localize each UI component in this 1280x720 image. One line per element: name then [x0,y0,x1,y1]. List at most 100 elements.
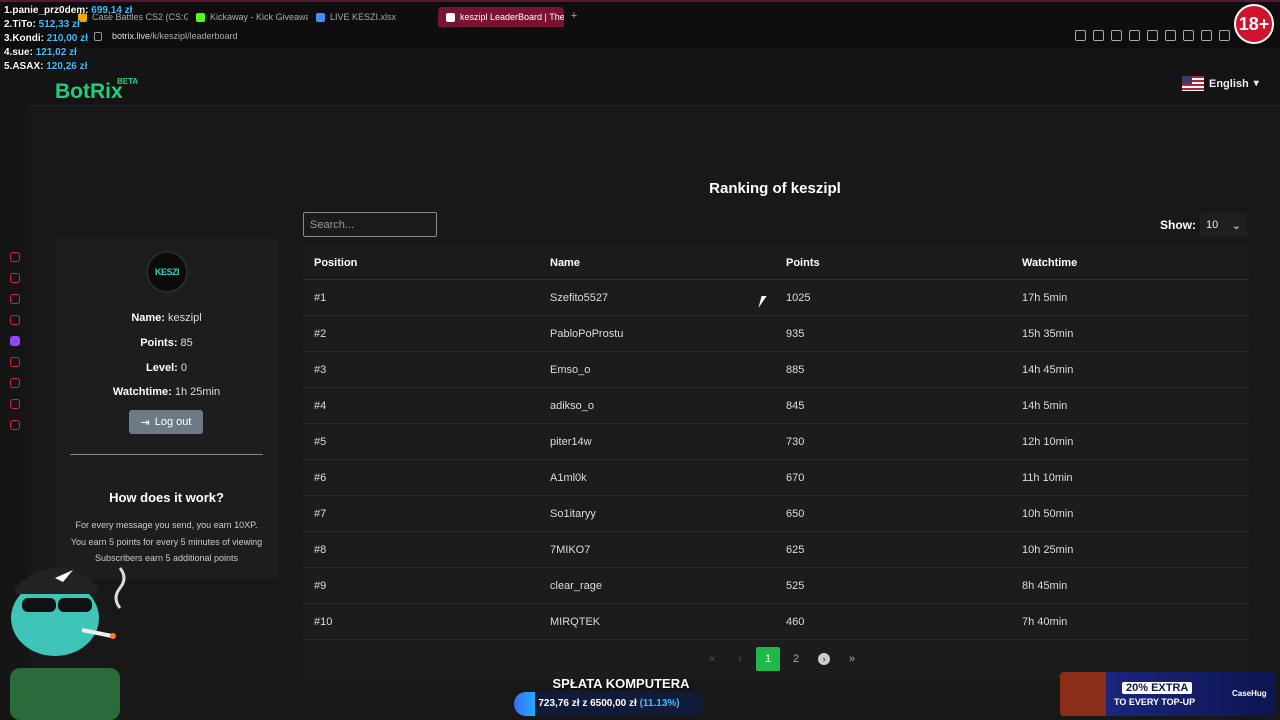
twitch-icon[interactable] [10,336,20,346]
avatar: KESZI [146,251,188,293]
table-row: #10 MIRQTEK 460 7h 40min [303,604,1249,640]
table-row: #2 PabloPoProstu 935 15h 35min [303,316,1249,352]
age-rating-badge: 18+ [1234,4,1274,44]
donation-goal-title: SPŁATA KOMPUTERA [552,676,690,691]
cloud-favicon-icon [316,12,325,22]
cell-watchtime: 10h 50min [1022,508,1074,520]
tab-live-keszi-xlsx[interactable]: LIVE KESZI.xlsx [308,7,428,27]
donor-row: 5.ASAX: 120,26 zł [4,61,88,72]
chevron-down-icon: ⌄ [1231,219,1241,232]
cell-points: 935 [786,328,805,340]
column-header-name[interactable]: Name [550,257,580,269]
browser-tab-bar: Case Battles CS2 (CS:GO) Kickaway - Kick… [0,0,1280,28]
botrix-favicon-icon [446,12,455,22]
cell-name: A1ml0k [550,472,587,484]
first-page-button[interactable]: « [700,647,724,671]
cell-points: 1025 [786,292,811,304]
next-page-button[interactable]: › [812,647,836,671]
show-label: Show: [1160,218,1196,232]
promo-subline: TO EVERY TOP-UP [1114,697,1196,707]
pagination: « ‹ 1 2 › » [700,647,864,671]
cell-points: 650 [786,508,805,520]
donor-row: 3.Kondi: 210,00 zł [4,33,88,44]
tab-keszipl-leaderboard[interactable]: keszipl LeaderBoard | The [438,7,564,27]
download-icon[interactable] [1219,30,1230,41]
beta-badge: BETA [117,77,139,86]
cell-points: 625 [786,544,805,556]
chat-icon[interactable] [10,294,20,304]
cell-position: #5 [314,436,327,448]
address-bar[interactable]: botrix.live/k/keszipl/leaderboard [0,28,1280,48]
play-icon[interactable] [1147,30,1158,41]
puzzle-icon[interactable] [10,399,20,409]
cell-watchtime: 14h 45min [1022,364,1074,376]
table-row: #9 clear_rage 525 8h 45min [303,568,1249,604]
cell-watchtime: 15h 35min [1022,328,1074,340]
table-row: #8 7MIKO7 625 10h 25min [303,532,1249,568]
prev-page-button[interactable]: ‹ [728,647,752,671]
profile-icon[interactable] [1201,30,1212,41]
table-row: #5 piter14w 730 12h 10min [303,424,1249,460]
cell-name: 7MIKO7 [550,544,591,556]
settings-icon[interactable] [10,420,20,430]
new-tab-button[interactable]: + [568,11,580,23]
page-1-button[interactable]: 1 [756,647,780,671]
record-icon[interactable] [10,357,20,367]
cell-points: 845 [786,400,805,412]
cell-watchtime: 8h 45min [1022,580,1068,592]
column-header-watchtime[interactable]: Watchtime [1022,257,1077,269]
language-selector[interactable]: English ▾ [1182,76,1259,91]
donor-row: 4.sue: 121,02 zł [4,47,77,58]
profile-points: Points: 85 [140,337,193,349]
browser-toolbar [1075,30,1230,41]
extensions-icon[interactable] [1183,30,1194,41]
cell-position: #6 [314,472,327,484]
cell-name: So1itaryy [550,508,596,520]
us-flag-icon [1182,76,1204,91]
dashboard-icon[interactable] [10,252,20,262]
page-size-select[interactable]: 10 ⌄ [1200,213,1247,237]
bot-icon[interactable] [10,273,20,283]
clock-icon[interactable] [10,378,20,388]
table-row: #4 adikso_o 845 14h 5min [303,388,1249,424]
cell-name: Szefito5527 [550,292,609,304]
cell-position: #4 [314,400,327,412]
cell-watchtime: 17h 5min [1022,292,1068,304]
cell-position: #1 [314,292,327,304]
botrix-logo[interactable]: BotRix [55,80,123,104]
cell-watchtime: 7h 40min [1022,616,1068,628]
donation-goal-bar: 723,76 zł z 6500,00 zł (11.13%) [514,692,704,716]
logout-button[interactable]: ⇥ Log out [129,410,203,434]
page-2-button[interactable]: 2 [784,647,808,671]
table-header: Position Name Points Watchtime [303,244,1249,280]
tab-kickaway[interactable]: Kickaway - Kick Giveaway [188,7,308,27]
screenshot-icon[interactable] [1093,30,1104,41]
cell-name: clear_rage [550,580,602,592]
column-header-position[interactable]: Position [314,257,357,269]
how-it-works-line: For every message you send, you earn 10X… [75,520,258,530]
cell-position: #3 [314,364,327,376]
cell-name: MIRQTEK [550,616,601,628]
promo-headline: 20% EXTRA [1122,682,1193,694]
translate-icon[interactable] [1129,30,1140,41]
cell-name: Emso_o [550,364,591,376]
promo-banner: 20% EXTRA TO EVERY TOP-UP CaseHug [1060,672,1275,716]
donor-row: 2.TiTo: 512,33 zł [4,19,80,30]
cell-position: #10 [314,616,333,628]
table-row: #7 So1itaryy 650 10h 50min [303,496,1249,532]
last-page-button[interactable]: » [840,647,864,671]
column-header-points[interactable]: Points [786,257,820,269]
sign-out-icon: ⇥ [140,416,150,429]
side-icon-rail [10,252,20,430]
cell-points: 525 [786,580,805,592]
cell-position: #9 [314,580,327,592]
mail-icon[interactable] [10,315,20,325]
profile-card: KESZI Name: keszipl Points: 85 Level: 0 … [55,238,278,580]
shield-icon[interactable] [1111,30,1122,41]
search-input[interactable] [303,212,437,237]
heart-icon[interactable] [1165,30,1176,41]
cell-points: 885 [786,364,805,376]
cell-name: PabloPoProstu [550,328,624,340]
bookmark-icon[interactable] [1075,30,1086,41]
how-it-works-title: How does it work? [109,490,224,505]
